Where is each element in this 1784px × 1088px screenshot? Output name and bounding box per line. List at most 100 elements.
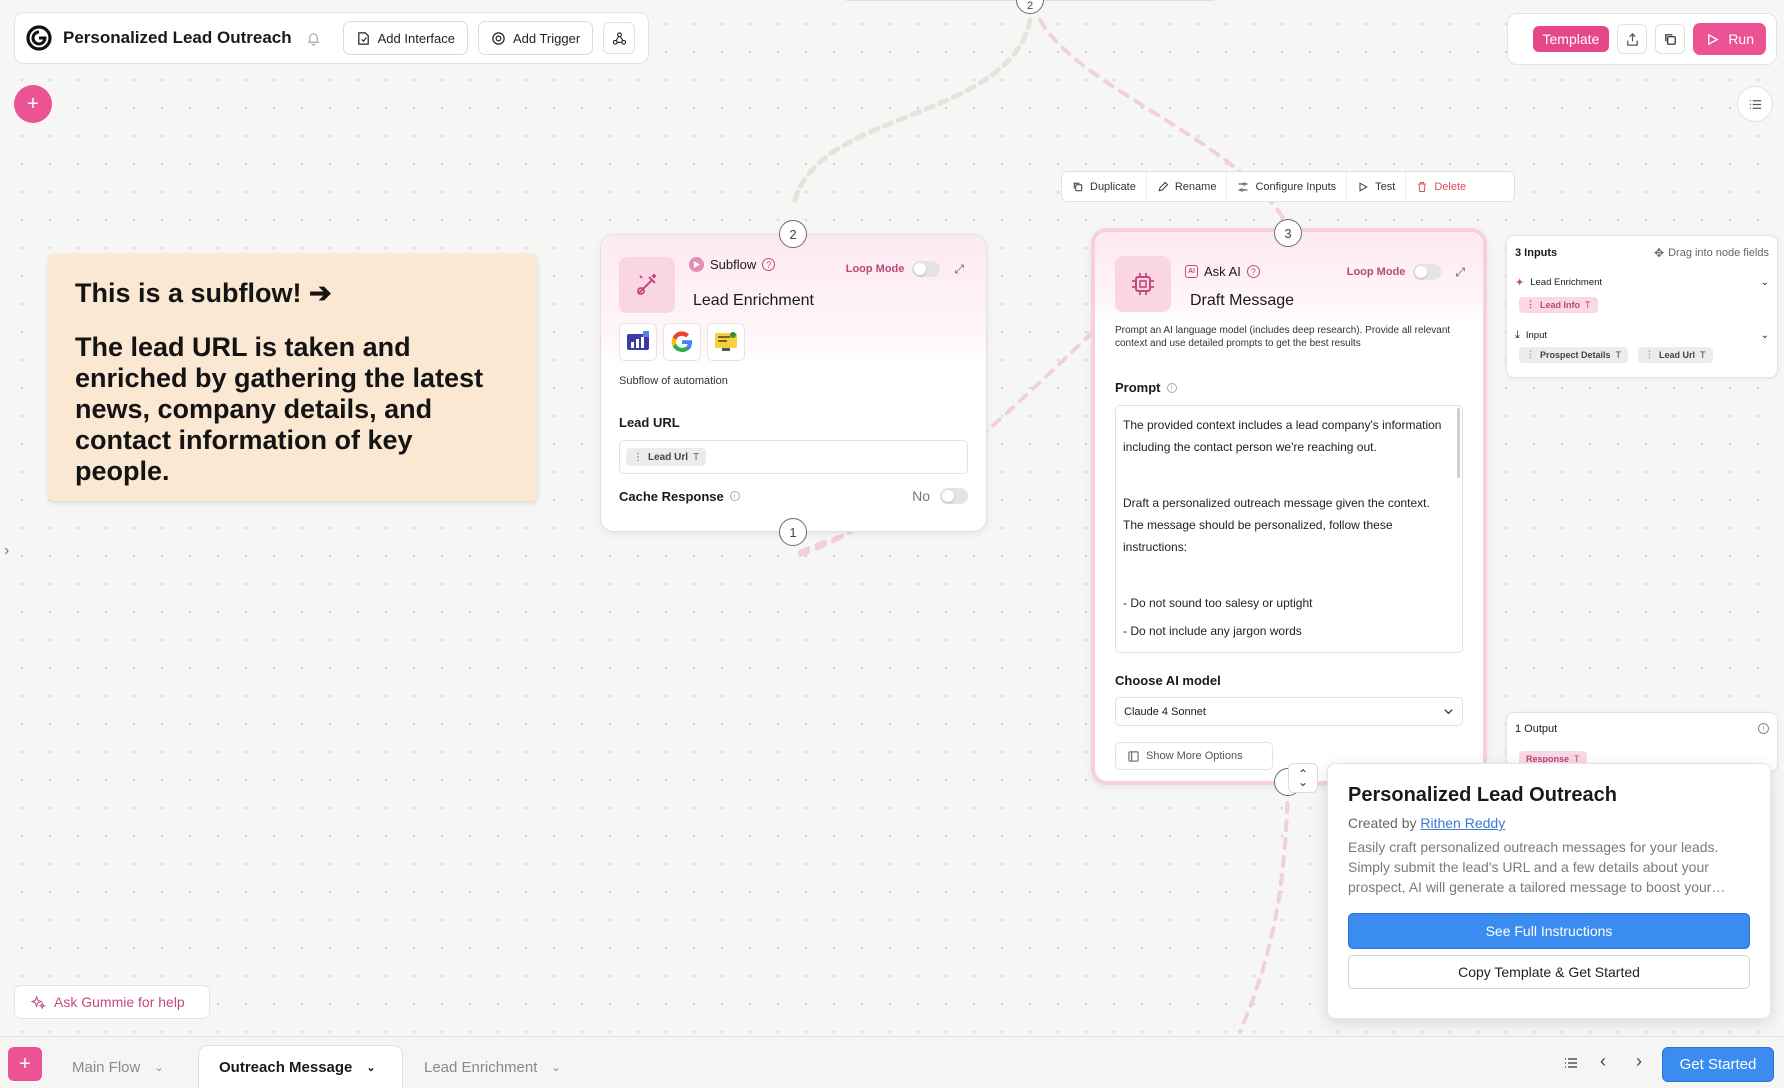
choose-model-label: Choose AI model — [1115, 673, 1221, 688]
input-group-lead-enrichment[interactable]: Lead Enrichment — [1530, 277, 1602, 288]
sparkle-icon — [31, 994, 46, 1010]
prompt-textarea[interactable]: The provided context includes a lead com… — [1115, 405, 1463, 653]
subflow-node[interactable]: Subflow ? Loop Mode ⤢ Lead Enrichment Su… — [600, 234, 987, 532]
lead-url-input-chip[interactable]: ⋮ Lead Url T — [1638, 346, 1713, 363]
prospect-details-chip[interactable]: ⋮ Prospect Details T — [1519, 346, 1629, 363]
tab-main-flow[interactable]: Main Flow ⌄ — [52, 1045, 184, 1088]
plus-icon: + — [19, 1052, 31, 1075]
chevron-down-icon[interactable]: ⌄ — [551, 1061, 560, 1074]
ask-ai-node-title[interactable]: Draft Message — [1190, 292, 1294, 310]
add-node-button[interactable]: + — [14, 85, 52, 123]
node-toolbar: Duplicate Rename Configure Inputs Test D… — [1061, 171, 1515, 202]
model-select-value: Claude 4 Sonnet — [1124, 705, 1206, 718]
text-type-icon: T — [1700, 349, 1706, 360]
chevron-down-icon[interactable]: ⌄ — [366, 1061, 375, 1074]
lead-info-chip-label: Lead Info — [1540, 299, 1580, 310]
flow-title[interactable]: Personalized Lead Outreach — [63, 28, 292, 48]
lead-url-field[interactable]: ⋮ Lead Url T — [619, 440, 968, 474]
collapse-icon[interactable]: ⤢ — [954, 262, 964, 277]
analytics-app-icon — [619, 323, 657, 361]
add-flow-button[interactable]: + — [8, 1047, 42, 1081]
subflow-icon-box — [619, 257, 675, 313]
get-started-button[interactable]: Get Started — [1662, 1047, 1774, 1082]
webhook-button[interactable] — [603, 22, 636, 54]
test-label: Test — [1375, 180, 1396, 193]
drag-handle-icon: ⋮ — [1526, 299, 1535, 309]
expand-sidebar-chevron-icon[interactable]: › — [4, 542, 22, 562]
run-button[interactable]: Run — [1693, 23, 1766, 55]
prompt-line: The provided context includes a lead com… — [1123, 418, 1442, 454]
chevron-down-icon[interactable]: ⌄ — [1761, 277, 1769, 288]
ask-gummie-button[interactable]: Ask Gummie for help — [14, 985, 210, 1019]
loop-mode-toggle[interactable] — [1413, 264, 1442, 280]
created-by-line: Created by Rithen Reddy — [1348, 815, 1750, 831]
tab-list-button[interactable] — [1563, 1055, 1579, 1076]
rename-button[interactable]: Rename — [1147, 172, 1228, 201]
app-logo-icon[interactable] — [25, 24, 53, 52]
duplicate-button[interactable]: Duplicate — [1062, 172, 1147, 201]
subflow-node-number-top: 2 — [779, 220, 807, 248]
lead-url-chip[interactable]: ⋮ Lead Url T — [626, 448, 707, 466]
cpu-icon — [1132, 273, 1154, 295]
drag-handle-icon: ⋮ — [1526, 349, 1535, 359]
help-icon[interactable]: ? — [1246, 265, 1260, 278]
pencil-icon — [1158, 181, 1169, 191]
play-icon — [1359, 181, 1368, 192]
model-select[interactable]: Claude 4 Sonnet — [1115, 697, 1463, 726]
delete-label: Delete — [1434, 180, 1467, 193]
copy-button[interactable] — [1655, 24, 1686, 54]
chevron-right-icon: › — [1636, 1051, 1642, 1071]
next-tab-button[interactable]: › — [1636, 1051, 1642, 1072]
loop-mode-toggle[interactable] — [912, 261, 941, 277]
input-group-input[interactable]: Input — [1526, 330, 1547, 341]
output-panel-title: 1 Output — [1515, 723, 1558, 735]
help-icon[interactable]: ? — [762, 258, 776, 271]
template-badge[interactable]: Template — [1532, 26, 1610, 52]
subflow-play-icon — [689, 257, 704, 272]
tab-main-flow-label: Main Flow — [72, 1058, 141, 1076]
ask-ai-node-number-top: 3 — [1274, 219, 1302, 247]
info-icon: i — [729, 491, 740, 501]
duplicate-icon — [1073, 182, 1083, 191]
delete-button[interactable]: Delete — [1406, 172, 1476, 201]
panel-icon — [1128, 750, 1139, 762]
lead-url-label: Lead URL — [619, 415, 680, 430]
share-button[interactable] — [1617, 24, 1648, 54]
see-full-instructions-button[interactable]: See Full Instructions — [1348, 913, 1750, 949]
run-label: Run — [1728, 31, 1754, 47]
show-more-options-button[interactable]: Show More Options — [1115, 742, 1273, 770]
bell-icon[interactable] — [306, 31, 321, 46]
inputs-panel: 3 Inputs ✥ Drag into node fields ✦ Lead … — [1506, 235, 1778, 378]
copy-template-button[interactable]: Copy Template & Get Started — [1348, 955, 1750, 989]
lead-url-input-chip-label: Lead Url — [1659, 349, 1696, 360]
test-button[interactable]: Test — [1347, 172, 1407, 201]
sticky-note[interactable]: This is a subflow! ➔ The lead URL is tak… — [49, 254, 537, 501]
tab-lead-enrichment[interactable]: Lead Enrichment ⌄ — [404, 1045, 581, 1088]
note-heading: This is a subflow! ➔ — [75, 278, 332, 308]
collapse-icon[interactable]: ⤢ — [1455, 265, 1465, 280]
prev-tab-button[interactable]: ‹ — [1600, 1051, 1606, 1072]
configure-inputs-label: Configure Inputs — [1255, 180, 1337, 193]
lead-info-chip[interactable]: ⋮ Lead Info T — [1519, 296, 1598, 313]
ask-ai-description: Prompt an AI language model (includes de… — [1115, 325, 1451, 349]
add-interface-button[interactable]: Add Interface — [342, 21, 468, 55]
list-icon — [1565, 1058, 1577, 1068]
chevron-down-icon[interactable]: ⌄ — [154, 1061, 163, 1074]
top-bar: Personalized Lead Outreach Add Interface… — [14, 12, 649, 64]
note-body: The lead URL is taken and enriched by ga… — [75, 332, 484, 486]
textarea-scrollbar[interactable] — [1457, 408, 1460, 478]
chevron-down-icon[interactable]: ⌄ — [1761, 330, 1769, 341]
cache-response-toggle[interactable] — [940, 488, 968, 504]
move-icon: ✥ — [1654, 246, 1665, 260]
subflow-node-title[interactable]: Lead Enrichment — [693, 292, 814, 310]
ask-ai-node[interactable]: AI Ask AI ? Loop Mode ⤢ Draft Message Pr… — [1091, 228, 1487, 785]
author-link[interactable]: Rithen Reddy — [1420, 815, 1505, 831]
outline-view-button[interactable] — [1737, 86, 1773, 122]
text-type-icon: T — [1585, 299, 1591, 310]
tab-outreach-message[interactable]: Outreach Message ⌄ — [198, 1045, 403, 1088]
reorder-handle-icon[interactable]: ⌃ ⌄ — [1288, 763, 1318, 793]
add-trigger-button[interactable]: Add Trigger — [477, 21, 594, 55]
trigger-icon — [492, 31, 505, 45]
configure-inputs-button[interactable]: Configure Inputs — [1227, 172, 1348, 201]
prompt-line: - Do not include any jargon words — [1123, 624, 1302, 638]
